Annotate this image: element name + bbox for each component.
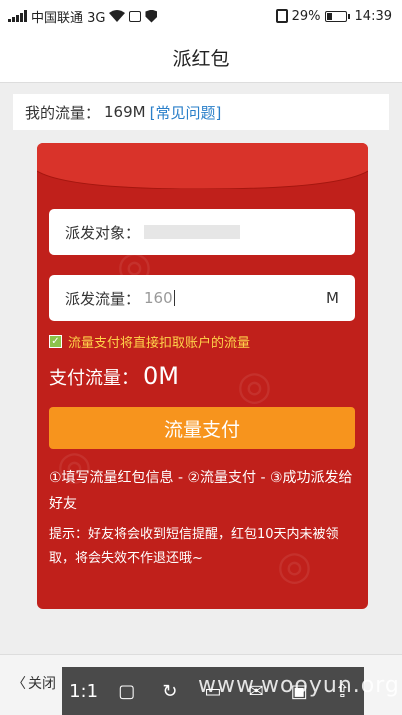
steps-text: ①填写流量红包信息 - ②流量支付 - ③成功派发给好友 [49,470,353,512]
recipient-field[interactable]: 派发对象： [49,209,355,255]
pay-amount-label: 支付流量： [49,368,139,389]
checkbox-checked-icon[interactable]: ✓ [49,335,62,348]
close-button[interactable]: 〈 关闭 [12,673,56,693]
amount-input[interactable]: 160 [144,289,173,307]
pay-with-quota-option[interactable]: ✓ 流量支付将直接扣取账户的流量 [49,332,250,351]
amount-label: 派发流量： [65,289,141,308]
vibrate-icon [275,9,288,23]
watermark-decoration: ◎ [237,363,272,409]
pay-amount-value: 0M [143,362,179,390]
quota-value: 169M [104,103,146,121]
wifi-icon [109,10,126,22]
recipient-value-redacted [144,225,241,239]
red-envelope-card: ◎ ◎ ◎ ◎ 派发对象： 派发流量： 160 M ✓ 流量支付将直接扣取账户的… [37,143,368,609]
quota-row: 我的流量： 169M [常见问题] [13,94,389,130]
text-cursor [173,290,175,306]
checkbox-label: 流量支付将直接扣取账户的流量 [68,336,251,351]
envelope-flap [37,143,368,189]
recipient-label: 派发对象： [65,223,141,242]
carrier-text: 中国联通 3G [31,10,106,26]
page-title: 派红包 [172,47,230,70]
pay-amount-row: 支付流量： 0M [49,362,179,390]
shield-icon [145,9,158,23]
clock: 14:39 [354,8,392,24]
chevron-left-icon: 〈 [12,676,26,692]
page-title-bar: 派红包 [0,32,402,83]
status-bar: 中国联通 3G 29% 14:39 [0,0,402,32]
amount-unit: M [326,289,339,307]
close-label: 关闭 [28,676,56,692]
quota-label: 我的流量： [25,103,101,122]
zoom-1to1-button[interactable]: 1:1 [69,680,98,702]
site-watermark: www.wooyun.org [198,673,400,698]
image-icon [129,10,142,22]
bottom-bar: 〈 关闭 1:1 ▢ ↻ ▭ ✉ ▣ ⇪ www.wooyun.org [0,654,402,715]
faq-link[interactable]: [常见问题] [150,102,222,123]
crop-icon[interactable]: ▢ [116,680,138,702]
battery-icon [324,10,350,22]
amount-field[interactable]: 派发流量： 160 M [49,275,355,321]
tip-text: 提示：好友将会收到短信提醒，红包10天内未被领取，将会失效不作退还哦~ [49,527,339,566]
rotate-icon[interactable]: ↻ [159,680,181,702]
signal-icon [8,10,27,22]
battery-percent: 29% [291,8,321,24]
pay-button[interactable]: 流量支付 [49,407,355,449]
